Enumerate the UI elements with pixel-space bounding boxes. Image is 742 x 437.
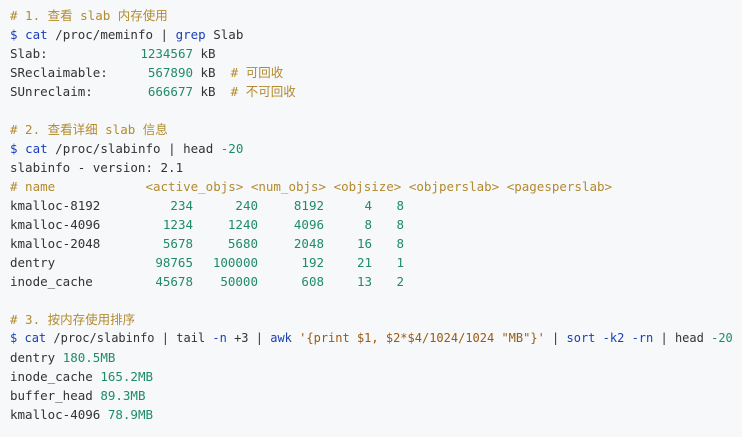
slab-size: 192 — [301, 255, 324, 270]
slab-row: kmalloc-4096 1234 1240 4096 8 8 — [10, 215, 742, 234]
sorted-value: 165.2MB — [100, 369, 154, 384]
sorted-row: kmalloc-4096 78.9MB — [10, 405, 742, 424]
cmd-tail-n: -n — [212, 331, 227, 345]
cmd-path: /proc/slabinfo — [55, 141, 161, 156]
slab-num: 100000 — [212, 255, 258, 270]
cmd-awk-program: '{print $1, $2*$4/1024/1024 "MB"}' — [299, 331, 545, 345]
sorted-name: kmalloc-4096 — [10, 407, 101, 422]
slab-name: dentry — [10, 255, 56, 270]
pipe: | — [255, 331, 263, 345]
sorted-row: buffer_head 89.3MB — [10, 386, 742, 405]
cmd-path: /proc/slabinfo — [53, 331, 155, 345]
slab-row: kmalloc-2048 5678 5680 2048 16 8 — [10, 234, 742, 253]
prompt: $ — [10, 331, 18, 345]
slab-pages: 1 — [396, 255, 404, 270]
slab-row: kmalloc-8192 234 240 8192 4 8 — [10, 196, 742, 215]
section2-comment: # 2. 查看详细 slab 信息 — [10, 122, 168, 137]
meminfo-unit: kB — [200, 46, 216, 61]
code-block: # 1. 查看 slab 内存使用 $ cat /proc/meminfo | … — [0, 0, 742, 437]
meminfo-unit: kB — [200, 65, 216, 80]
meminfo-row: SUnreclaim: 666677 kB # 不可回收 — [10, 82, 742, 101]
sorted-name: buffer_head — [10, 388, 93, 403]
slab-pages: 8 — [396, 198, 404, 213]
slab-name: inode_cache — [10, 274, 93, 289]
sorted-name: dentry — [10, 350, 56, 365]
pipe: | — [160, 27, 169, 42]
cmd-sort-k: -k2 — [602, 331, 625, 345]
cmd-arg: -20 — [220, 141, 244, 156]
meminfo-row: SReclaimable: 567890 kB # 可回收 — [10, 63, 742, 82]
sorted-value: 89.3MB — [100, 388, 146, 403]
slab-num: 1240 — [227, 217, 258, 232]
meminfo-key: SUnreclaim: — [10, 84, 93, 99]
slab-num: 5680 — [227, 236, 258, 251]
meminfo-key: SReclaimable: — [10, 65, 108, 80]
sorted-value: 180.5MB — [62, 350, 116, 365]
cmd-head: head — [183, 141, 214, 156]
cmd-head-arg: -20 — [711, 331, 733, 345]
slab-pages: 8 — [396, 217, 404, 232]
slab-active: 234 — [170, 198, 193, 213]
prompt: $ — [10, 27, 18, 42]
sorted-row: dentry 180.5MB — [10, 348, 742, 367]
meminfo-comment: # 不可回收 — [230, 84, 296, 99]
slab-name: kmalloc-2048 — [10, 236, 101, 251]
meminfo-value: 567890 — [147, 65, 193, 80]
cmd-arg: Slab — [213, 27, 244, 42]
slab-row: inode_cache 45678 50000 608 13 2 — [10, 272, 742, 291]
cmd-awk: awk — [270, 331, 292, 345]
section1-command: $ cat /proc/meminfo | grep Slab — [10, 25, 742, 44]
slab-pages: 8 — [396, 236, 404, 251]
pipe: | — [161, 331, 170, 345]
section3-comment: # 3. 按内存使用排序 — [10, 312, 136, 327]
cmd-cat: cat — [24, 331, 47, 345]
section2-command: $ cat /proc/slabinfo | head -20 — [10, 139, 742, 158]
cmd-path: /proc/meminfo — [55, 27, 154, 42]
cmd-grep: grep — [175, 27, 206, 42]
meminfo-value: 666677 — [147, 84, 193, 99]
slab-perslab: 4 — [364, 198, 372, 213]
cmd-tail-arg: +3 — [234, 331, 249, 345]
cmd-cat: cat — [25, 141, 48, 156]
cmd-head: head — [674, 331, 704, 345]
slab-size: 4096 — [293, 217, 324, 232]
pipe: | — [552, 331, 560, 345]
meminfo-unit: kB — [200, 84, 216, 99]
slab-perslab: 21 — [356, 255, 372, 270]
slab-perslab: 16 — [356, 236, 372, 251]
slab-pages: 2 — [396, 274, 404, 289]
cmd-cat: cat — [25, 27, 48, 42]
slab-row: dentry 98765 100000 192 21 1 — [10, 253, 742, 272]
pipe: | — [660, 331, 668, 345]
meminfo-comment: # 可回收 — [230, 65, 284, 80]
cmd-sort-rn: -rn — [631, 331, 654, 345]
slab-size: 2048 — [293, 236, 324, 251]
section3-command: $ cat /proc/slabinfo | tail -n +3 | awk … — [10, 329, 742, 348]
slab-active: 45678 — [155, 274, 193, 289]
slab-active: 98765 — [155, 255, 193, 270]
slabinfo-version: slabinfo - version: 2.1 — [10, 160, 184, 175]
slab-name: kmalloc-8192 — [10, 198, 101, 213]
sorted-value: 78.9MB — [107, 407, 153, 422]
meminfo-key: Slab: — [10, 46, 48, 61]
prompt: $ — [10, 141, 18, 156]
cmd-sort: sort — [566, 331, 596, 345]
slab-active: 1234 — [162, 217, 193, 232]
sorted-row: inode_cache 165.2MB — [10, 367, 742, 386]
sorted-name: inode_cache — [10, 369, 93, 384]
slab-active: 5678 — [162, 236, 193, 251]
cmd-tail: tail — [176, 331, 206, 345]
section1-comment: # 1. 查看 slab 内存使用 — [10, 8, 168, 23]
pipe: | — [168, 141, 176, 156]
slab-num: 50000 — [220, 274, 258, 289]
slab-name: kmalloc-4096 — [10, 217, 101, 232]
meminfo-row: Slab: 1234567 kB — [10, 44, 742, 63]
slab-perslab: 8 — [364, 217, 372, 232]
slab-perslab: 13 — [356, 274, 372, 289]
slab-num: 240 — [235, 198, 258, 213]
slab-size: 8192 — [293, 198, 324, 213]
meminfo-value: 1234567 — [140, 46, 193, 61]
slab-size: 608 — [301, 274, 324, 289]
slabinfo-header: # name <active_objs> <num_objs> <objsize… — [10, 179, 613, 194]
